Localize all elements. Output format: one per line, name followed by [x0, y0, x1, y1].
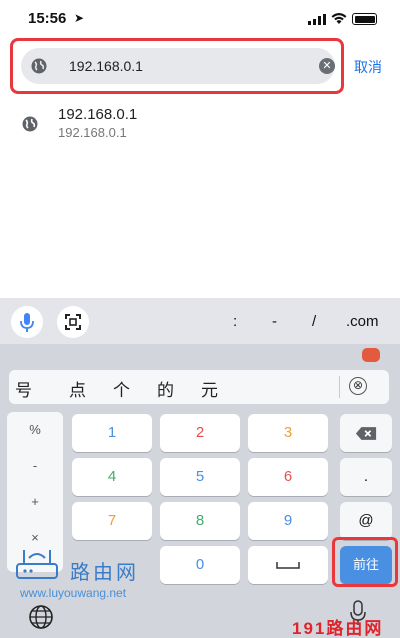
status-time: 15:56: [28, 10, 67, 27]
address-input[interactable]: 192.168.0.1: [69, 58, 143, 74]
suggestion-item[interactable]: 192.168.0.1 192.168.0.1: [0, 100, 400, 146]
digit-key-7[interactable]: 7: [72, 502, 152, 540]
candidate-item[interactable]: 个: [113, 376, 130, 401]
keyboard-toolbar: : - / .com: [0, 298, 400, 344]
digit-key-4[interactable]: 4: [72, 458, 152, 496]
candidate-divider: [339, 376, 340, 398]
space-icon: [276, 562, 300, 569]
scan-icon: [65, 314, 81, 330]
suggestion-subtitle: 192.168.0.1: [58, 125, 127, 140]
digit-key-3[interactable]: 3: [248, 414, 328, 452]
digit-key-0[interactable]: 0: [160, 546, 240, 584]
status-bar: 15:56 ➤: [0, 0, 400, 38]
side-symbol-key[interactable]: %: [7, 422, 63, 437]
symbol-dotcom-key[interactable]: .com: [346, 313, 379, 330]
microphone-icon: [20, 313, 34, 332]
symbol-dash-key[interactable]: -: [272, 313, 277, 330]
candidate-item[interactable]: 号: [15, 376, 32, 401]
address-bar-highlight: 192.168.0.1 ✕: [10, 38, 344, 94]
watermark-url: www.luyouwang.net: [20, 586, 127, 600]
space-key[interactable]: [248, 546, 328, 584]
side-symbol-key[interactable]: -: [7, 458, 63, 473]
digit-key-5[interactable]: 5: [160, 458, 240, 496]
go-button-highlight: [332, 537, 398, 587]
battery-icon: [352, 13, 377, 25]
globe-icon: [31, 58, 47, 74]
watermark-brand: 路由网: [70, 562, 139, 584]
watermark-site: 191路由网: [292, 619, 384, 638]
microphone-button[interactable]: [11, 306, 43, 338]
candidate-item[interactable]: 点: [69, 376, 86, 401]
digit-key-9[interactable]: 9: [248, 502, 328, 540]
symbol-colon-key[interactable]: :: [233, 313, 237, 330]
symbol-slash-key[interactable]: /: [312, 313, 316, 330]
globe-icon[interactable]: [28, 604, 54, 630]
digit-key-6[interactable]: 6: [248, 458, 328, 496]
router-icon: [16, 550, 58, 579]
clear-icon[interactable]: ✕: [319, 58, 335, 74]
digit-key-8[interactable]: 8: [160, 502, 240, 540]
cellular-signal-icon: [308, 14, 326, 25]
globe-icon: [22, 116, 38, 132]
location-arrow-icon: ➤: [74, 11, 85, 25]
cancel-button[interactable]: 取消: [354, 57, 382, 77]
backspace-icon: [355, 426, 377, 440]
suggestion-title: 192.168.0.1: [58, 106, 138, 123]
candidate-delete-icon[interactable]: ⊗: [349, 377, 367, 395]
digit-key-2[interactable]: 2: [160, 414, 240, 452]
candidate-item[interactable]: 的: [157, 376, 174, 401]
dot-key[interactable]: .: [340, 458, 392, 496]
keyboard-logo-icon[interactable]: [362, 348, 380, 362]
at-key[interactable]: @: [340, 502, 392, 540]
wifi-icon: [331, 13, 347, 24]
side-symbol-key[interactable]: ×: [7, 530, 63, 545]
backspace-key[interactable]: [340, 414, 392, 452]
candidate-bar: 号 点 个 的 元 ⊗: [9, 370, 389, 404]
candidate-item[interactable]: 元: [201, 376, 218, 401]
address-bar[interactable]: 192.168.0.1 ✕: [21, 48, 335, 84]
scan-button[interactable]: [57, 306, 89, 338]
side-symbol-key[interactable]: +: [7, 494, 63, 509]
digit-key-1[interactable]: 1: [72, 414, 152, 452]
